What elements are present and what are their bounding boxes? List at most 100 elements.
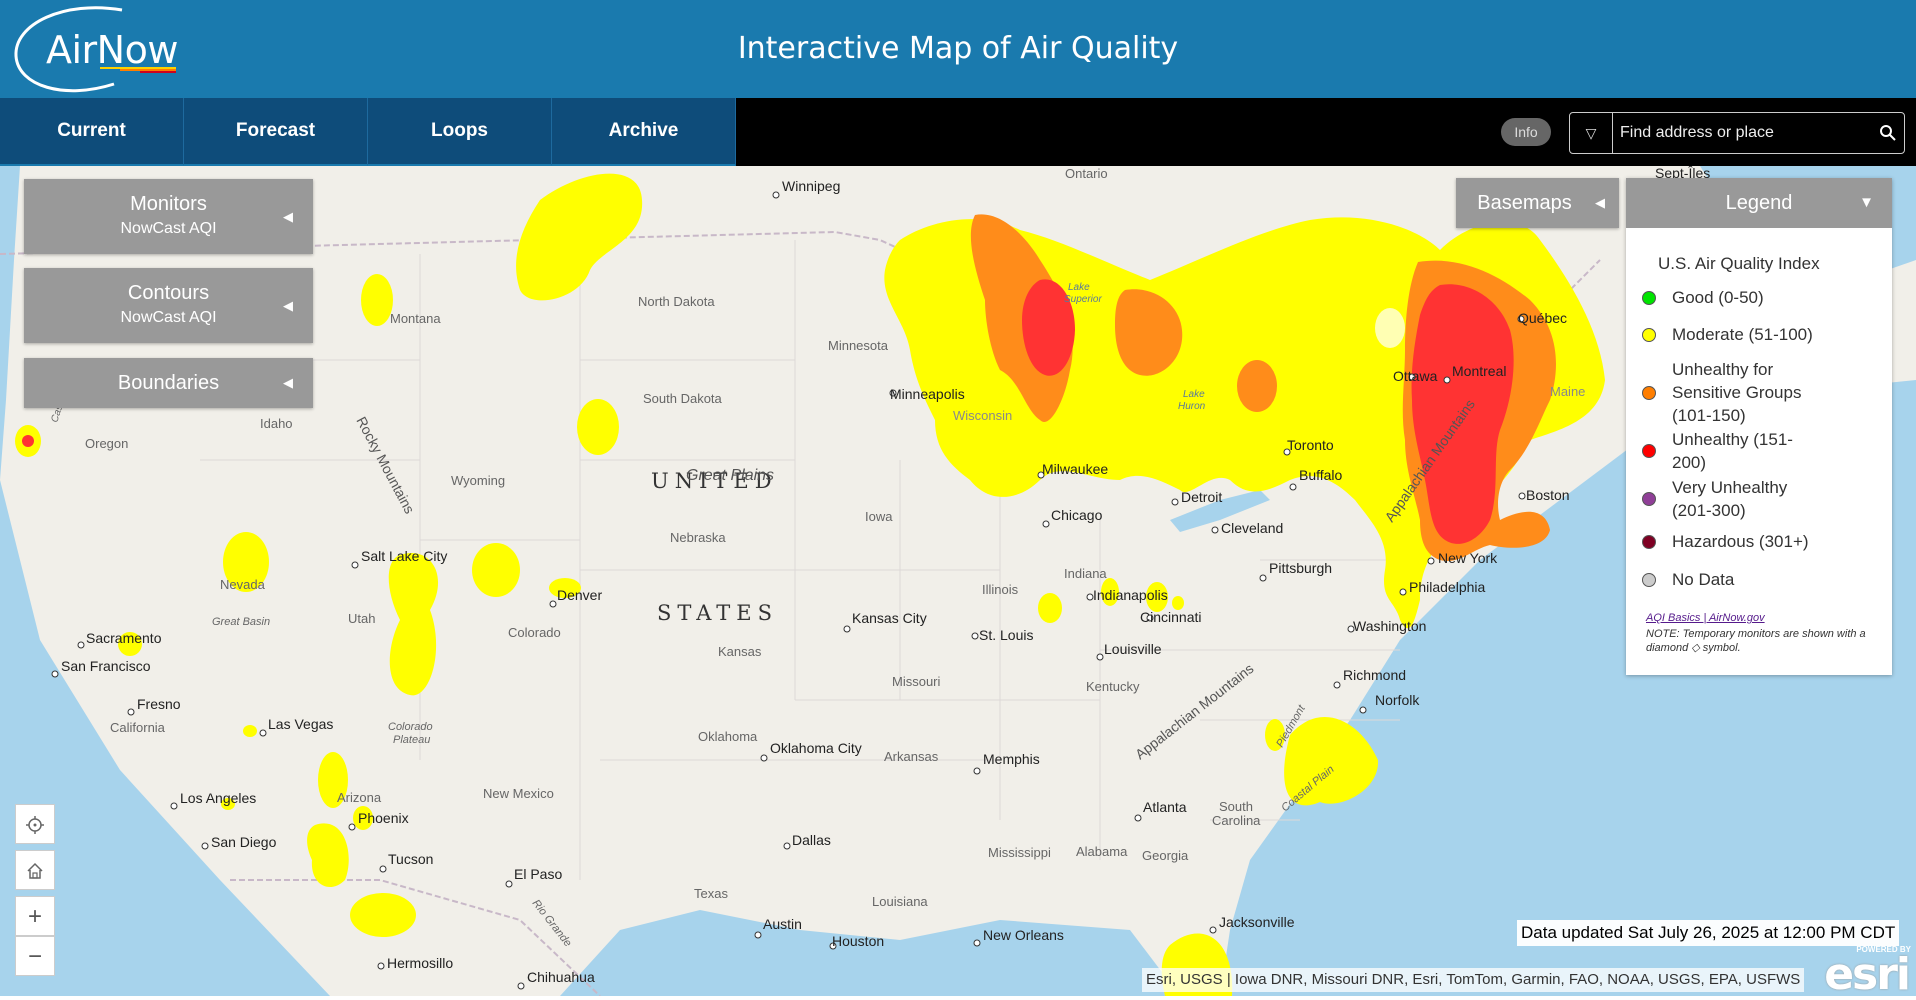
state-iowa: Iowa: [865, 509, 893, 524]
expand-arrow-icon: ▼: [1859, 194, 1874, 211]
state-maine: Maine: [1550, 384, 1585, 399]
legend-item-good: Good (0-50): [1642, 286, 1764, 309]
collapse-arrow-icon: ◀: [283, 209, 293, 224]
region-ontario: Ontario: [1065, 166, 1108, 181]
label-lake-superior-2: Superior: [1064, 294, 1102, 305]
boundaries-panel[interactable]: Boundaries ◀: [24, 358, 313, 408]
target-icon: [26, 816, 44, 834]
legend-title: Legend: [1725, 192, 1793, 214]
city-el-paso: El Paso: [514, 866, 562, 882]
collapse-arrow-icon: ◀: [1595, 195, 1605, 210]
city-chicago: Chicago: [1051, 507, 1103, 523]
state-arkansas: Arkansas: [884, 749, 939, 764]
home-icon: [27, 862, 43, 879]
city-chihuahua: Chihuahua: [527, 969, 595, 985]
contours-subtitle: NowCast AQI: [120, 309, 217, 326]
city-san-francisco: San Francisco: [61, 658, 151, 674]
contours-title: Contours: [127, 282, 210, 304]
city-minneapolis: Minneapolis: [890, 386, 965, 402]
monitors-panel[interactable]: Monitors NowCast AQI ◀: [24, 179, 313, 254]
zoom-in-button[interactable]: +: [15, 896, 55, 936]
city-new-york: New York: [1438, 550, 1498, 566]
city-denver: Denver: [557, 587, 602, 603]
state-illinois: Illinois: [982, 582, 1019, 597]
label-states: STATES: [657, 601, 778, 625]
hazardous-swatch-icon: [1642, 535, 1656, 549]
legend-item-unhealthy: Unhealthy (151-200): [1642, 428, 1822, 474]
locate-button[interactable]: [15, 804, 55, 844]
city-cincinnati: Cincinnati: [1140, 609, 1201, 625]
legend-item-no-data: No Data: [1642, 568, 1734, 591]
tab-forecast[interactable]: Forecast: [184, 98, 368, 166]
city-atlanta: Atlanta: [1143, 799, 1187, 815]
usg-swatch-icon: [1642, 386, 1656, 400]
label-lake-huron-2: Huron: [1178, 401, 1206, 412]
state-nebraska: Nebraska: [670, 530, 726, 545]
info-button[interactable]: Info: [1501, 118, 1551, 146]
aqi-basics-link[interactable]: AQI Basics | AirNow.gov: [1646, 612, 1765, 624]
city-richmond: Richmond: [1343, 667, 1406, 683]
legend-item-hazardous: Hazardous (301+): [1642, 530, 1809, 553]
map-attribution: Esri, USGS | Iowa DNR, Missouri DNR, Esr…: [1142, 968, 1805, 992]
city-houston: Houston: [832, 933, 884, 949]
city-san-diego: San Diego: [211, 834, 277, 850]
moderate-swatch-icon: [1642, 328, 1656, 342]
label-colorado-plateau-2: Plateau: [393, 734, 430, 746]
search-box: ▽: [1569, 112, 1905, 154]
esri-logo[interactable]: POWERED BY esri: [1815, 945, 1911, 1000]
state-colorado: Colorado: [508, 625, 561, 640]
city-buffalo: Buffalo: [1299, 467, 1343, 483]
city-ottawa: Ottawa: [1393, 368, 1438, 384]
city-memphis: Memphis: [983, 751, 1040, 767]
city-winnipeg: Winnipeg: [782, 178, 840, 194]
city-los-angeles: Los Angeles: [180, 790, 256, 806]
basemaps-panel[interactable]: Basemaps ◀: [1456, 178, 1619, 228]
label-great-basin: Great Basin: [212, 616, 270, 628]
city-jacksonville: Jacksonville: [1219, 914, 1295, 930]
home-button[interactable]: [15, 850, 55, 890]
city-salt-lake-city: Salt Lake City: [361, 548, 447, 564]
state-wisconsin: Wisconsin: [953, 408, 1012, 423]
tab-current[interactable]: Current: [0, 98, 184, 166]
city-phoenix: Phoenix: [358, 810, 409, 826]
state-california: California: [110, 720, 166, 735]
search-input[interactable]: [1614, 113, 1876, 153]
state-utah: Utah: [348, 611, 375, 626]
legend-header[interactable]: Legend ▼: [1626, 178, 1892, 228]
search-icon[interactable]: [1878, 123, 1898, 143]
label-lake-superior-1: Lake: [1068, 282, 1090, 293]
state-south-carolina-1: South: [1219, 799, 1253, 814]
state-wyoming: Wyoming: [451, 473, 505, 488]
tab-archive[interactable]: Archive: [552, 98, 736, 166]
search-source-dropdown[interactable]: ▽: [1570, 113, 1613, 153]
legend-item-moderate: Moderate (51-100): [1642, 323, 1813, 346]
city-new-orleans: New Orleans: [983, 927, 1064, 943]
state-idaho: Idaho: [260, 416, 293, 431]
unhealthy-swatch-icon: [1642, 444, 1656, 458]
tab-loops[interactable]: Loops: [368, 98, 552, 166]
city-detroit: Detroit: [1181, 489, 1222, 505]
zoom-out-button[interactable]: −: [15, 936, 55, 976]
collapse-arrow-icon: ◀: [283, 375, 293, 390]
city-tucson: Tucson: [388, 851, 433, 867]
city-fresno: Fresno: [137, 696, 181, 712]
state-minnesota: Minnesota: [828, 338, 889, 353]
state-texas: Texas: [694, 886, 728, 901]
city-toronto: Toronto: [1287, 437, 1334, 453]
city-indianapolis: Indianapolis: [1093, 587, 1168, 603]
city-quebec: Québec: [1518, 310, 1567, 326]
city-dallas: Dallas: [792, 832, 831, 848]
city-austin: Austin: [763, 916, 802, 932]
city-montreal: Montreal: [1452, 363, 1506, 379]
chevron-down-icon: ▽: [1585, 125, 1597, 141]
label-colorado-plateau-1: Colorado: [388, 721, 433, 733]
monitors-subtitle: NowCast AQI: [120, 220, 217, 237]
state-south-dakota: South Dakota: [643, 391, 723, 406]
city-philadelphia: Philadelphia: [1409, 579, 1485, 595]
city-pittsburgh: Pittsburgh: [1269, 560, 1332, 576]
legend-panel: Legend ▼ U.S. Air Quality Index Good (0-…: [1626, 178, 1892, 675]
city-las-vegas: Las Vegas: [268, 716, 333, 732]
city-cleveland: Cleveland: [1221, 520, 1283, 536]
state-kentucky: Kentucky: [1086, 679, 1140, 694]
contours-panel[interactable]: Contours NowCast AQI ◀: [24, 268, 313, 343]
